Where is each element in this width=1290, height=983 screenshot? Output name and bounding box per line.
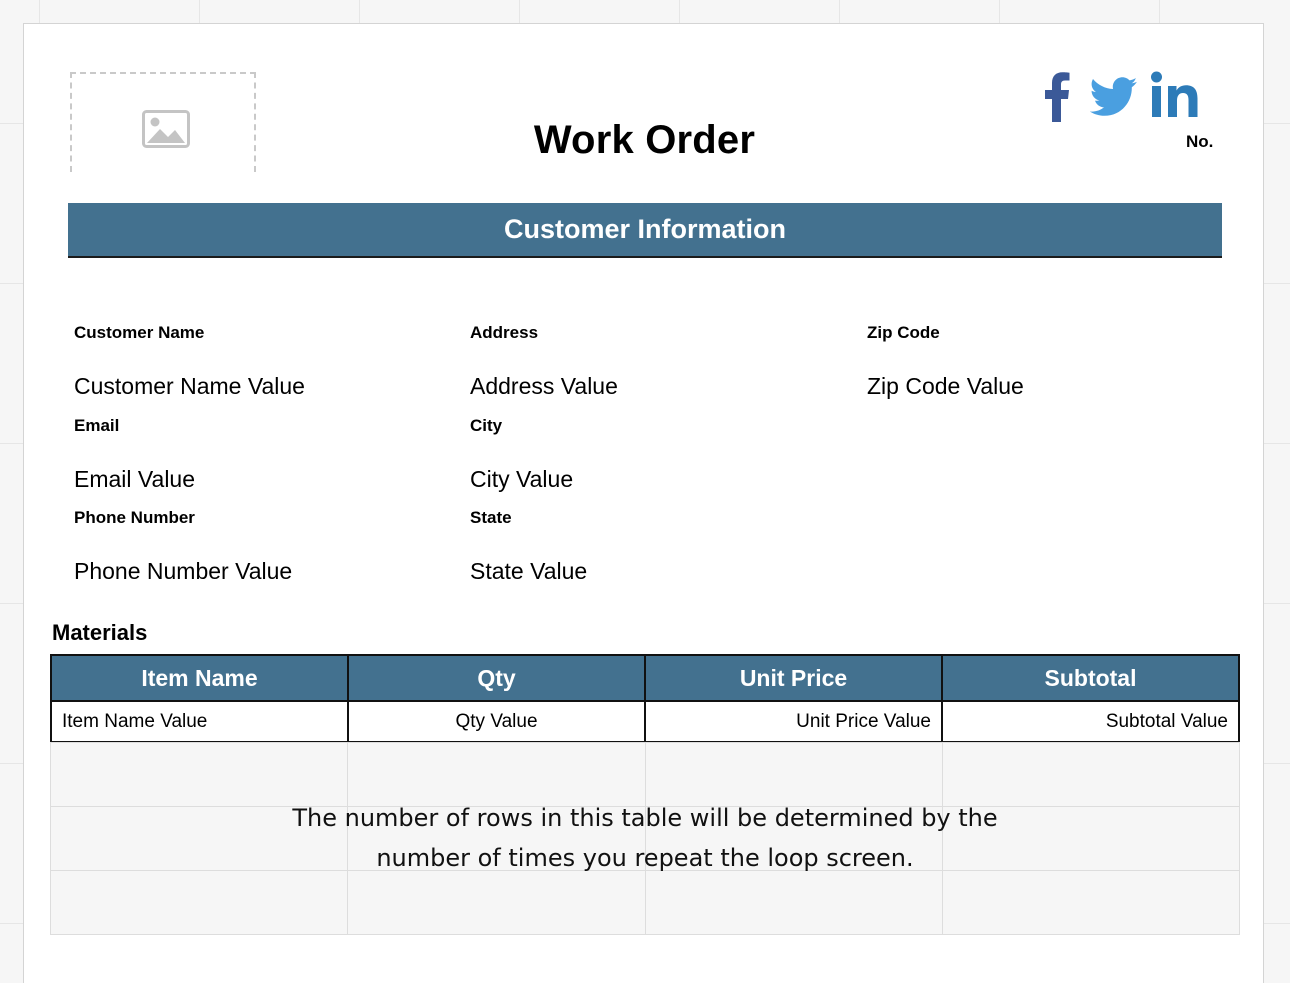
table-row: Item Name Value Qty Value Unit Price Val…: [50, 700, 1240, 743]
placeholder-cell: [941, 742, 1241, 807]
column-header-qty: Qty: [347, 654, 646, 702]
materials-heading: Materials: [52, 620, 148, 645]
customer-name-label: Customer Name: [74, 323, 205, 342]
customer-information-header: Customer Information: [68, 203, 1222, 258]
placeholder-row: [49, 742, 1241, 807]
placeholder-cell: [941, 870, 1241, 935]
linkedin-icon[interactable]: [1150, 71, 1200, 119]
subtotal-cell[interactable]: Subtotal Value: [941, 700, 1240, 743]
placeholder-row: [49, 870, 1241, 935]
placeholder-cell: [49, 742, 349, 807]
email-value[interactable]: Email Value: [74, 466, 195, 493]
column-header-item-name: Item Name: [50, 654, 349, 702]
placeholder-cell: [49, 870, 349, 935]
customer-name-value[interactable]: Customer Name Value: [74, 373, 305, 400]
placeholder-cell: [644, 870, 943, 935]
unit-price-cell[interactable]: Unit Price Value: [644, 700, 943, 743]
loop-rows-note: The number of rows in this table will be…: [50, 798, 1240, 878]
loop-note-line-1: The number of rows in this table will be…: [292, 804, 998, 832]
email-label: Email: [74, 416, 120, 435]
placeholder-cell: [347, 870, 646, 935]
phone-number-value[interactable]: Phone Number Value: [74, 558, 292, 585]
facebook-icon[interactable]: [1044, 72, 1070, 122]
state-value[interactable]: State Value: [470, 558, 587, 585]
work-order-sheet: Work Order No. Customer Information Cust…: [23, 23, 1264, 983]
city-value[interactable]: City Value: [470, 466, 573, 493]
zip-code-value[interactable]: Zip Code Value: [867, 373, 1024, 400]
address-label: Address: [470, 323, 539, 342]
placeholder-cell: [644, 742, 943, 807]
item-name-cell[interactable]: Item Name Value: [50, 700, 349, 743]
document-number-label: No.: [1186, 132, 1214, 151]
state-label: State: [470, 508, 512, 527]
address-value[interactable]: Address Value: [470, 373, 618, 400]
phone-number-label: Phone Number: [74, 508, 195, 527]
loop-note-line-2: number of times you repeat the loop scre…: [376, 844, 914, 872]
city-label: City: [470, 416, 503, 435]
qty-cell[interactable]: Qty Value: [347, 700, 646, 743]
column-header-unit-price: Unit Price: [644, 654, 943, 702]
zip-code-label: Zip Code: [867, 323, 940, 342]
twitter-icon[interactable]: [1090, 76, 1138, 118]
materials-table: Item Name Qty Unit Price Subtotal Item N…: [50, 654, 1240, 743]
table-header-row: Item Name Qty Unit Price Subtotal: [50, 654, 1240, 702]
placeholder-cell: [347, 742, 646, 807]
social-links: [1044, 71, 1204, 126]
column-header-subtotal: Subtotal: [941, 654, 1240, 702]
